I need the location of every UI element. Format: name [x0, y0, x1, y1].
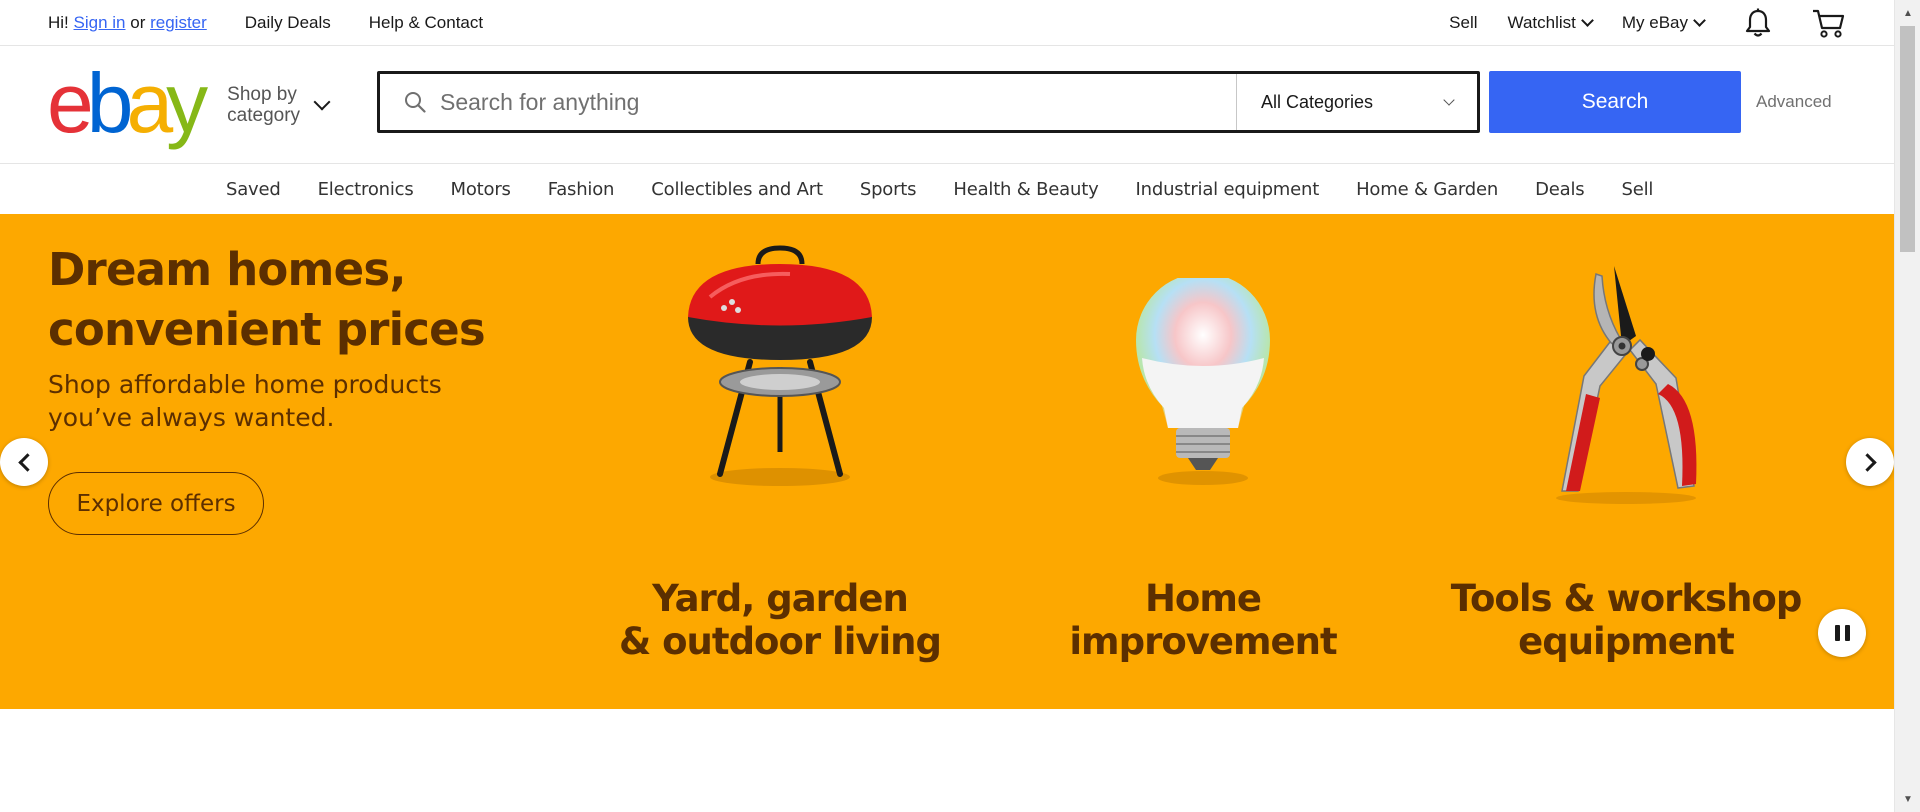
hero-tile-home-improvement[interactable]: Home improvement — [993, 214, 1413, 709]
greeting-or: or — [130, 12, 146, 32]
chevron-down-icon — [1443, 94, 1455, 106]
search-input[interactable] — [440, 88, 1220, 116]
greeting-prefix: Hi! — [48, 12, 69, 32]
logo-letter-y: y — [166, 55, 208, 150]
hero-subtitle: Shop affordable home products you’ve alw… — [48, 370, 442, 432]
category-nav-item[interactable]: Sell — [1621, 179, 1653, 200]
page: Hi! Sign in or register Daily Deals Help… — [0, 0, 1894, 812]
category-nav: Saved Electronics Motors Fashion Collect… — [0, 164, 1894, 214]
daily-deals-link[interactable]: Daily Deals — [245, 13, 331, 33]
grill-icon — [688, 245, 872, 486]
explore-offers-button[interactable]: Explore offers — [48, 472, 264, 535]
register-link[interactable]: register — [150, 13, 207, 32]
bell-icon[interactable] — [1744, 8, 1772, 38]
chevron-down-icon — [1693, 13, 1706, 27]
carousel-prev-button[interactable] — [0, 438, 48, 486]
category-nav-item[interactable]: Collectibles and Art — [651, 179, 823, 200]
search-icon — [404, 91, 426, 113]
shop-by-category-line1: Shop by — [227, 83, 297, 105]
logo-letter-e: e — [47, 55, 94, 150]
greeting: Hi! Sign in or register — [48, 13, 207, 33]
hero-tile-yard-garden[interactable]: Yard, garden & outdoor living — [570, 214, 990, 709]
header: e b a y Shop by category All Categories … — [0, 46, 1894, 164]
logo-letter-a: a — [126, 55, 173, 150]
hero-banner: Dream homes, convenient prices Shop affo… — [0, 214, 1894, 709]
category-nav-item[interactable]: Industrial equipment — [1136, 179, 1320, 200]
category-nav-item[interactable]: Electronics — [318, 179, 414, 200]
hero-tile-label: Yard, garden & outdoor living — [570, 577, 990, 663]
cart-icon[interactable] — [1812, 8, 1846, 38]
category-nav-item[interactable]: Deals — [1535, 179, 1585, 200]
shop-by-category-line2: category — [227, 104, 301, 126]
hero-tile-label: Tools & workshop equipment — [1416, 577, 1836, 663]
hero-tile-label: Home improvement — [993, 577, 1413, 663]
hero-headline: Dream homes, convenient prices — [48, 243, 486, 356]
watchlist-label: Watchlist — [1507, 12, 1576, 32]
search-box: All Categories — [377, 71, 1480, 133]
shop-by-category-label: Shop by category — [227, 84, 300, 126]
page-scrollbar[interactable]: ▲ ▼ — [1894, 0, 1920, 812]
light-bulb-icon — [1136, 278, 1270, 485]
scroll-down-arrow[interactable]: ▼ — [1895, 788, 1920, 810]
category-nav-item[interactable]: Sports — [860, 179, 917, 200]
hero-tile-label-line2: equipment — [1518, 620, 1735, 663]
top-bar-right: Sell Watchlist My eBay — [1419, 8, 1846, 38]
hero-tile-label-line2: improvement — [1069, 620, 1337, 663]
carousel-pause-button[interactable] — [1818, 609, 1866, 657]
category-select-value: All Categories — [1261, 91, 1374, 112]
my-ebay-menu[interactable]: My eBay — [1621, 12, 1706, 33]
pruning-shears-icon — [1556, 266, 1697, 504]
sell-link[interactable]: Sell — [1449, 13, 1477, 33]
category-nav-item[interactable]: Home & Garden — [1356, 179, 1498, 200]
chevron-down-icon — [1580, 13, 1594, 27]
advanced-search-link[interactable]: Advanced — [1756, 92, 1832, 112]
chevron-left-icon — [17, 452, 37, 472]
carousel-next-button[interactable] — [1846, 438, 1894, 486]
scrollbar-thumb[interactable] — [1900, 26, 1915, 252]
watchlist-menu[interactable]: Watchlist — [1507, 12, 1594, 33]
top-bar-left: Hi! Sign in or register Daily Deals Help… — [48, 13, 483, 33]
chevron-right-icon — [1857, 452, 1877, 472]
top-bar: Hi! Sign in or register Daily Deals Help… — [0, 0, 1894, 46]
search-button[interactable]: Search — [1489, 71, 1741, 133]
scroll-up-arrow[interactable]: ▲ — [1895, 2, 1920, 24]
pause-icon — [1834, 625, 1850, 641]
my-ebay-label: My eBay — [1621, 12, 1688, 32]
ebay-logo[interactable]: e b a y — [47, 61, 208, 145]
hero-tile-label-line1: Yard, garden — [652, 577, 909, 620]
chevron-down-icon — [313, 93, 331, 110]
category-nav-item[interactable]: Fashion — [548, 179, 615, 200]
category-nav-item[interactable]: Saved — [226, 179, 281, 200]
category-select[interactable]: All Categories — [1236, 74, 1477, 130]
hero-tile-label-line2: & outdoor living — [618, 620, 942, 663]
hero-tile-label-line1: Home — [1144, 577, 1262, 620]
logo-letter-b: b — [86, 55, 134, 150]
hero-tile-tools-workshop[interactable]: Tools & workshop equipment — [1416, 214, 1836, 709]
help-contact-link[interactable]: Help & Contact — [369, 13, 483, 33]
sign-in-link[interactable]: Sign in — [74, 13, 126, 32]
category-nav-item[interactable]: Health & Beauty — [953, 179, 1098, 200]
hero-tile-label-line1: Tools & workshop — [1450, 577, 1803, 620]
category-nav-item[interactable]: Motors — [451, 179, 511, 200]
shop-by-category-button[interactable]: Shop by category — [227, 84, 331, 126]
